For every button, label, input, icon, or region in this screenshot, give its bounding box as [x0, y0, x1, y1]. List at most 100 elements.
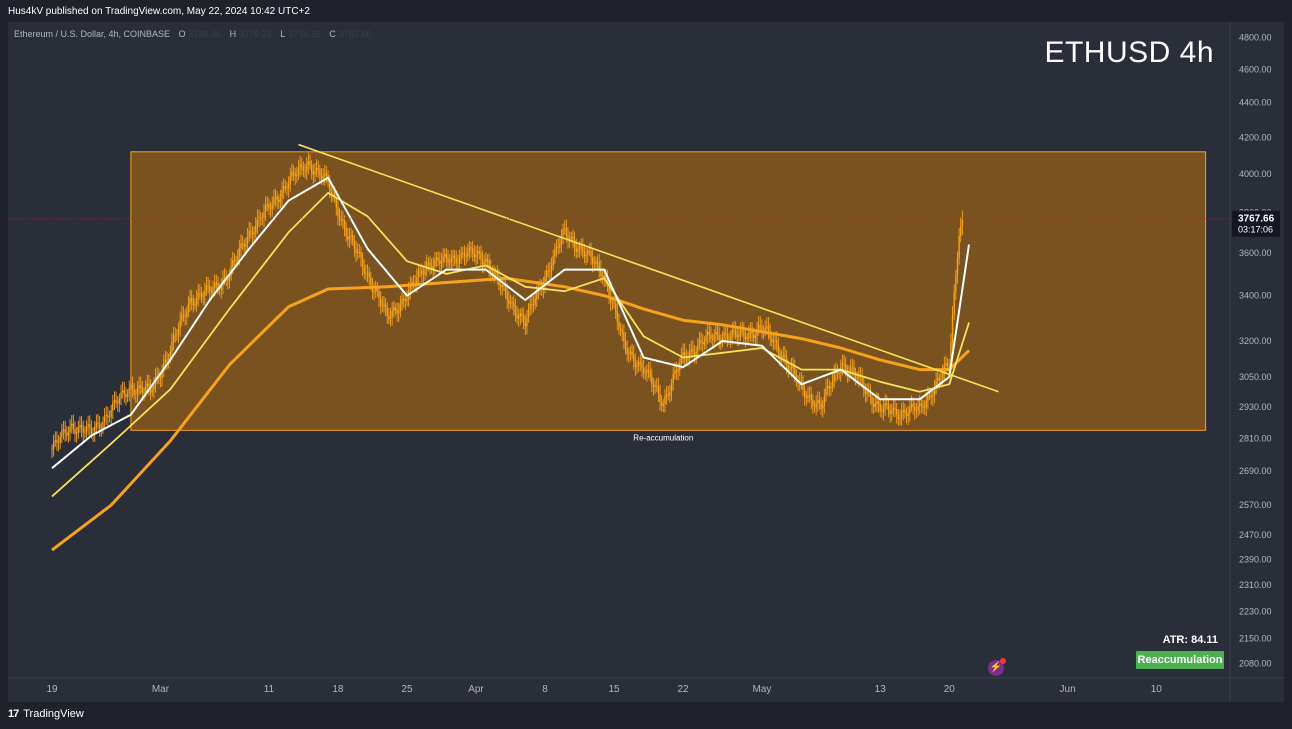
- candle-376-body: [669, 392, 671, 396]
- lightning-alert-icon[interactable]: ⚡: [988, 658, 1006, 676]
- candle-533-body: [927, 395, 929, 402]
- candle-190-body: [363, 267, 365, 274]
- candle-193-body: [368, 272, 370, 278]
- x-tick-label: 15: [608, 684, 620, 695]
- candle-175-body: [338, 216, 341, 220]
- range-box-label: Re-accumulation: [633, 433, 693, 442]
- candle-319-body: [575, 247, 577, 252]
- candle-183-body: [352, 235, 354, 241]
- candle-37-body: [112, 402, 114, 411]
- candle-178-body: [343, 220, 346, 228]
- tradingview-logo[interactable]: 17 TradingView: [8, 708, 84, 720]
- candle-431-body: [759, 325, 761, 327]
- candle-179-body: [345, 227, 347, 237]
- y-tick-label: 2470.00: [1239, 530, 1272, 540]
- candle-464-body: [813, 406, 816, 408]
- x-tick-label: 13: [875, 684, 887, 695]
- candle-322-body: [580, 245, 582, 247]
- candle-281-body: [513, 301, 515, 307]
- candle-379-body: [674, 370, 676, 375]
- candle-475-body: [831, 380, 834, 388]
- candle-283-body: [516, 314, 518, 319]
- candle-166-body: [324, 173, 326, 177]
- candle-406-body: [718, 334, 720, 341]
- candle-458-body: [803, 389, 806, 397]
- candle-229-body: [427, 262, 430, 264]
- symbol-description[interactable]: Ethereum / U.S. Dollar, 4h, COINBASE: [14, 29, 170, 39]
- candle-23-body: [89, 424, 91, 429]
- candle-405-body: [716, 331, 719, 335]
- x-tick-label: Jun: [1060, 684, 1076, 695]
- candle-367-body: [654, 385, 656, 387]
- candle-504-body: [879, 404, 881, 411]
- candle-98-body: [212, 288, 214, 293]
- candle-226-body: [422, 273, 425, 275]
- candle-471-body: [825, 388, 827, 397]
- price-chart[interactable]: Re-accumulation 2080.00 2150.00 2230.00 231…: [0, 0, 1292, 729]
- candle-516-body: [899, 417, 901, 420]
- candle-357-body: [637, 362, 640, 366]
- candle-230-body: [429, 262, 431, 267]
- candle-255-body: [470, 247, 472, 249]
- candle-311-body: [562, 228, 564, 236]
- candle-136-body: [274, 196, 277, 199]
- candle-165-body: [322, 176, 324, 179]
- candle-460-body: [807, 395, 809, 398]
- reaccumulation-badge[interactable]: Reaccumulation: [1136, 651, 1224, 669]
- candle-85-body: [190, 298, 193, 302]
- candle-89-body: [197, 292, 199, 298]
- time-axis-panel[interactable]: [8, 678, 1284, 702]
- candle-131-body: [266, 204, 268, 206]
- candle-401-body: [710, 334, 712, 340]
- candle-361-body: [644, 372, 646, 374]
- x-tick-label: Apr: [468, 684, 484, 695]
- candle-24-body: [90, 428, 93, 434]
- candle-553-body: [960, 226, 962, 237]
- candle-264-body: [485, 258, 487, 263]
- candle-156-body: [307, 161, 310, 167]
- candle-465-body: [815, 403, 817, 408]
- candle-495-body: [864, 390, 867, 394]
- candle-290-body: [527, 308, 530, 318]
- candle-20-body: [84, 431, 86, 433]
- candle-502-body: [876, 401, 878, 404]
- candle-261-body: [480, 252, 482, 260]
- symbol-ohlc-legend[interactable]: Ethereum / U.S. Dollar, 4h, COINBASE O 37…: [14, 29, 371, 39]
- candle-507-body: [884, 403, 886, 408]
- candle-450-body: [790, 366, 793, 370]
- candle-115-body: [240, 243, 242, 249]
- candle-110-body: [232, 260, 234, 267]
- candle-198-body: [376, 288, 379, 292]
- candle-490-body: [856, 378, 858, 379]
- candle-353-body: [631, 351, 633, 355]
- candle-76-body: [176, 334, 178, 336]
- candle-523-body: [910, 403, 913, 408]
- candle-403-body: [713, 334, 715, 340]
- candle-236-body: [439, 260, 441, 264]
- candle-189-body: [361, 258, 364, 268]
- candle-3-body: [56, 440, 58, 443]
- candle-323-body: [582, 246, 584, 253]
- candle-44-body: [123, 390, 126, 394]
- candle-259-body: [476, 251, 479, 255]
- candle-332-body: [596, 261, 599, 263]
- candle-535-body: [930, 394, 932, 398]
- x-tick-label: Mar: [152, 684, 170, 695]
- candle-59-body: [148, 383, 150, 387]
- x-tick-label: 25: [401, 684, 413, 695]
- candle-187-body: [358, 252, 361, 253]
- x-tick-label: 10: [1151, 684, 1163, 695]
- candle-327-body: [588, 250, 591, 252]
- candle-92-body: [202, 296, 204, 297]
- candle-390-body: [692, 349, 694, 353]
- candle-436-body: [767, 326, 770, 331]
- footer-bar: [0, 703, 1292, 729]
- candle-75-body: [174, 335, 176, 337]
- candle-274-body: [501, 284, 503, 287]
- candle-540-body: [938, 378, 941, 380]
- candle-202-body: [383, 304, 385, 306]
- candle-181-body: [348, 236, 351, 240]
- candle-43-body: [121, 390, 124, 393]
- y-tick-label: 3600.00: [1239, 248, 1272, 258]
- candle-400-body: [708, 331, 711, 335]
